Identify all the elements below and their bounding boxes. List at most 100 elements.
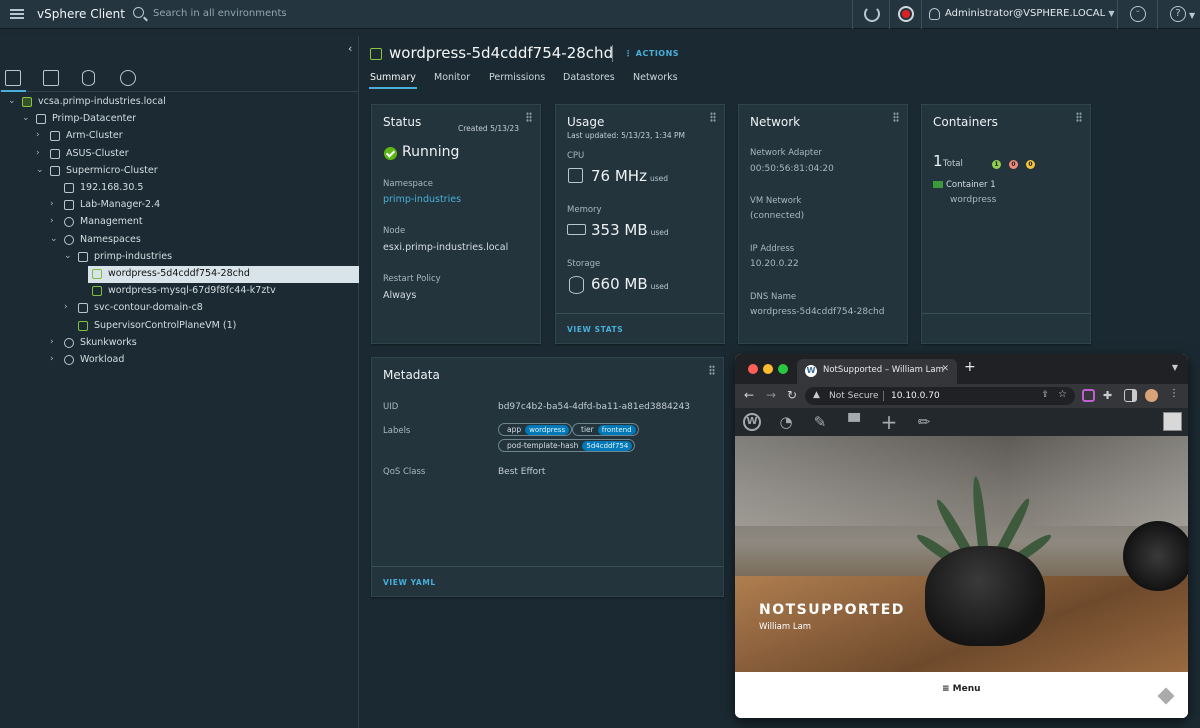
tree-item[interactable]: ⌄ primp-industries: [0, 249, 359, 266]
view-stats-link[interactable]: VIEW STATS: [567, 325, 623, 334]
user-icon[interactable]: [929, 8, 940, 20]
tree-item[interactable]: ⌄ Namespaces: [0, 232, 359, 249]
tree-item-label[interactable]: Skunkworks: [80, 337, 137, 348]
record-icon[interactable]: [898, 6, 914, 22]
tree-item-label[interactable]: Lab-Manager-2.4: [80, 199, 160, 210]
tree-item[interactable]: wordpress-mysql-67d9f8fc44-k7ztv: [0, 283, 359, 300]
hamburger-menu-icon[interactable]: [10, 7, 24, 21]
collapse-sidebar-icon[interactable]: ‹: [348, 42, 352, 55]
admin-avatar[interactable]: [1163, 412, 1182, 431]
tree-item[interactable]: › Skunkworks: [0, 335, 359, 352]
namespace-link[interactable]: primp-industries: [383, 194, 461, 205]
site-title[interactable]: NOTSUPPORTED: [759, 602, 905, 618]
tree-item-label[interactable]: Supermicro-Cluster: [66, 165, 158, 176]
browser-tab[interactable]: W NotSupported – William Lam ✕: [797, 359, 957, 384]
global-search[interactable]: Search in all environments: [133, 5, 433, 24]
address-bar[interactable]: ▲ Not Secure 10.10.0.70 ⇪ ☆: [805, 387, 1075, 405]
vms-templates-view-icon[interactable]: [43, 70, 59, 86]
warning-triangle-icon[interactable]: ▲: [813, 390, 820, 400]
tree-item-label[interactable]: Workload: [80, 354, 124, 365]
chevron-down-icon[interactable]: ⌄: [64, 251, 74, 261]
scroll-to-top-icon[interactable]: [1157, 687, 1175, 705]
chevron-down-icon[interactable]: ⌄: [50, 234, 60, 244]
help-chevron-down-icon[interactable]: ▼: [1189, 11, 1195, 20]
share-icon[interactable]: ⇪: [1041, 390, 1049, 400]
user-name[interactable]: Administrator@VSPHERE.LOCAL: [945, 8, 1105, 19]
bookmark-star-icon[interactable]: ☆: [1058, 389, 1067, 400]
puzzle-extensions-icon[interactable]: ✚: [1103, 389, 1116, 402]
chevron-right-icon[interactable]: ›: [64, 302, 74, 312]
tab-permissions[interactable]: Permissions: [489, 72, 545, 83]
feedback-smiley-icon[interactable]: ᵕ: [1130, 6, 1146, 22]
not-secure-label[interactable]: Not Secure: [829, 391, 879, 401]
hosts-clusters-view-icon[interactable]: [1, 70, 26, 92]
tree-item[interactable]: 192.168.30.5: [0, 180, 359, 197]
tree-item-label[interactable]: SupervisorControlPlaneVM (1): [94, 320, 236, 331]
dashboard-icon[interactable]: ◔: [777, 413, 795, 431]
chevron-down-icon[interactable]: ▼: [1108, 9, 1114, 18]
view-yaml-link[interactable]: VIEW YAML: [383, 578, 436, 587]
maximize-window-icon[interactable]: [778, 364, 788, 374]
tree-item[interactable]: › ASUS-Cluster: [0, 146, 359, 163]
app-title[interactable]: vSphere Client: [37, 7, 125, 21]
storage-view-icon[interactable]: [82, 70, 95, 86]
tree-item-label[interactable]: Management: [80, 216, 143, 227]
new-content-plus-icon[interactable]: +: [880, 412, 898, 432]
tab-datastores[interactable]: Datastores: [563, 72, 615, 83]
tab-search-chevron-icon[interactable]: ▼: [1172, 363, 1178, 372]
chevron-right-icon[interactable]: ›: [50, 337, 60, 347]
tree-item[interactable]: ⌄ Supermicro-Cluster: [0, 163, 359, 180]
customize-brush-icon[interactable]: ✎: [811, 413, 829, 431]
tree-item-label[interactable]: wordpress-mysql-67d9f8fc44-k7ztv: [108, 285, 276, 296]
drag-handle-icon[interactable]: [1076, 112, 1082, 122]
tree-item[interactable]: › Arm-Cluster: [0, 128, 359, 145]
side-panel-icon[interactable]: [1124, 389, 1137, 402]
tree-item-label[interactable]: Namespaces: [80, 234, 141, 245]
search-placeholder[interactable]: Search in all environments: [153, 8, 287, 19]
tree-item-label[interactable]: wordpress-5d4cddf754-28chd: [108, 268, 250, 279]
profile-avatar[interactable]: [1145, 389, 1158, 402]
tab-summary[interactable]: Summary: [369, 72, 417, 89]
forward-arrow-icon[interactable]: →: [766, 388, 776, 402]
tree-item[interactable]: › Lab-Manager-2.4: [0, 197, 359, 214]
site-menu-button[interactable]: ≡ Menu: [942, 684, 981, 694]
actions-label[interactable]: ACTIONS: [636, 49, 679, 58]
tree-item[interactable]: ⌄ vcsa.primp-industries.local: [0, 94, 359, 111]
networking-view-icon[interactable]: [120, 70, 136, 86]
user-menu[interactable]: Administrator@VSPHERE.LOCAL ▼: [945, 8, 1115, 19]
chevron-down-icon[interactable]: ⌄: [22, 113, 32, 123]
drag-handle-icon[interactable]: [709, 365, 715, 375]
minimize-window-icon[interactable]: [763, 364, 773, 374]
extension-icon[interactable]: [1082, 389, 1095, 402]
chevron-right-icon[interactable]: ›: [50, 354, 60, 364]
tree-item[interactable]: › Workload: [0, 352, 359, 369]
edit-pencil-icon[interactable]: ✏: [915, 413, 933, 431]
chevron-right-icon[interactable]: ›: [50, 216, 60, 226]
drag-handle-icon[interactable]: [893, 112, 899, 122]
tree-item-label[interactable]: Arm-Cluster: [66, 130, 123, 141]
wordpress-logo-icon[interactable]: W: [743, 413, 761, 431]
tree-item-label[interactable]: vcsa.primp-industries.local: [38, 96, 166, 107]
tab-networks[interactable]: Networks: [633, 72, 678, 83]
chevron-down-icon[interactable]: ⌄: [8, 96, 18, 106]
chevron-down-icon[interactable]: ⌄: [36, 165, 46, 175]
close-tab-icon[interactable]: ✕: [941, 364, 949, 374]
chevron-right-icon[interactable]: ›: [36, 148, 46, 158]
url-text[interactable]: 10.10.0.70: [891, 391, 940, 401]
tree-item[interactable]: › Management: [0, 214, 359, 231]
tree-item[interactable]: ⌄ Primp-Datacenter: [0, 111, 359, 128]
tree-item-label[interactable]: ASUS-Cluster: [66, 148, 129, 159]
back-arrow-icon[interactable]: ←: [744, 388, 754, 402]
refresh-icon[interactable]: [864, 6, 880, 22]
tree-item[interactable]: wordpress-5d4cddf754-28chd: [88, 266, 359, 283]
tree-item[interactable]: SupervisorControlPlaneVM (1): [0, 318, 359, 335]
chevron-right-icon[interactable]: ›: [36, 130, 46, 140]
chevron-right-icon[interactable]: ›: [50, 199, 60, 209]
tree-item-label[interactable]: svc-contour-domain-c8: [94, 302, 203, 313]
comments-icon[interactable]: ▀: [845, 413, 863, 431]
kebab-menu-icon[interactable]: ⋮: [1169, 388, 1179, 399]
actions-button[interactable]: ⋮ ACTIONS: [624, 49, 679, 58]
new-tab-icon[interactable]: +: [964, 359, 976, 375]
reload-icon[interactable]: ↻: [787, 388, 797, 402]
help-icon[interactable]: ?: [1170, 6, 1186, 22]
